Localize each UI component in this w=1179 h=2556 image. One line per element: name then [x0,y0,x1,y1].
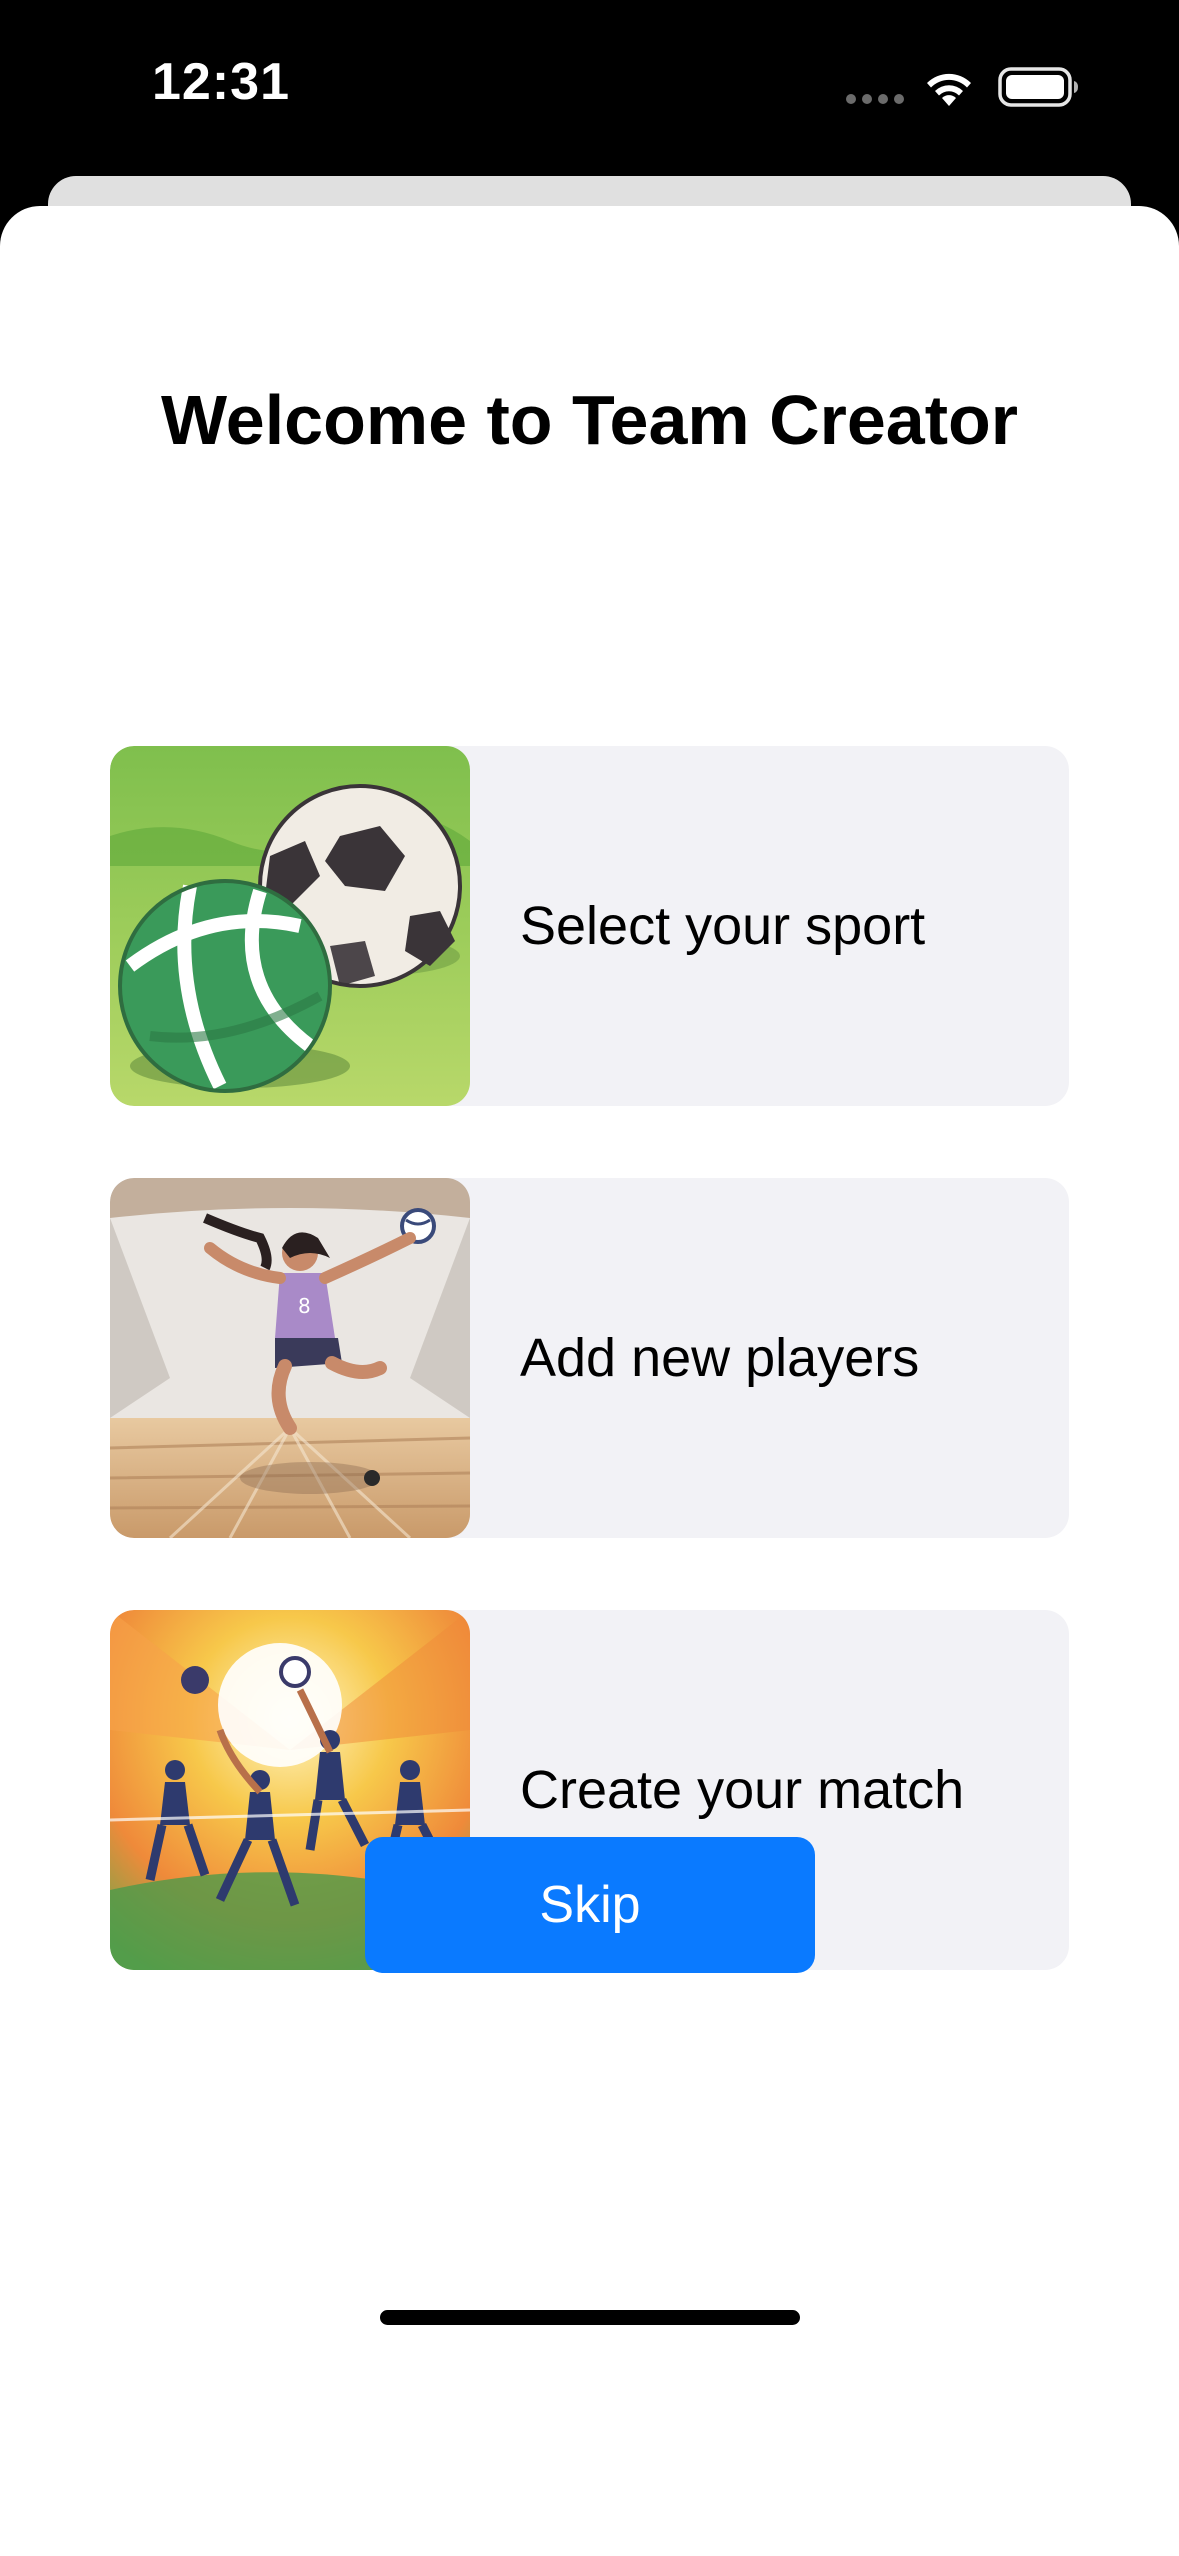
card-add-players[interactable]: 8 Add new players [110,1178,1069,1538]
card-label: Add new players [520,1328,920,1388]
svg-text:8: 8 [298,1294,311,1318]
wifi-icon [927,73,971,106]
card-label: Select your sport [520,896,926,956]
welcome-title: Welcome to Team Creator [160,381,1019,459]
skip-button[interactable]: Skip [365,1837,815,1973]
card-select-sport[interactable]: Select your sport [110,746,1069,1106]
sport-balls-illustration [110,746,470,1106]
status-time: 12:31 [152,53,290,111]
home-indicator[interactable] [380,2310,800,2325]
volleyball-player-illustration: 8 [110,1178,470,1538]
app-screen: 12:31 Welcome to Team Creator Select you… [0,0,1179,2556]
cellular-signal-icon [846,94,904,104]
battery-icon [998,67,1078,107]
status-bar: 12:31 [0,0,1179,170]
